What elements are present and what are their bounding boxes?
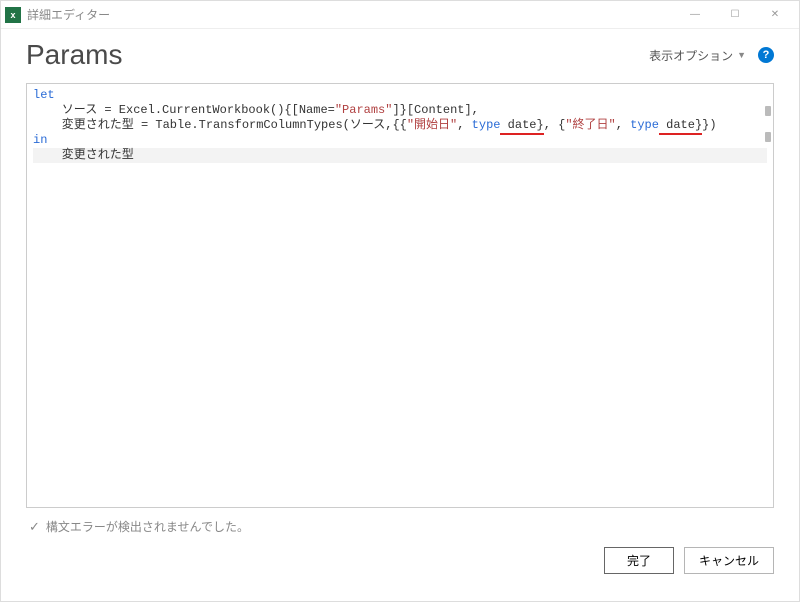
footer: 完了 キャンセル bbox=[1, 541, 799, 574]
code-editor[interactable]: let ソース = Excel.CurrentWorkbook(){[Name=… bbox=[27, 84, 773, 507]
code-line-2: 変更された型 = Table.TransformColumnTypes(ソース,… bbox=[33, 118, 717, 135]
display-options-label: 表示オプション bbox=[649, 47, 733, 64]
code-line-1: ソース = Excel.CurrentWorkbook(){[Name="Par… bbox=[33, 103, 479, 117]
header: Params 表示オプション ▼ ? bbox=[1, 29, 799, 83]
display-options-dropdown[interactable]: 表示オプション ▼ bbox=[649, 47, 746, 64]
maximize-button[interactable]: ☐ bbox=[715, 5, 755, 25]
cancel-button[interactable]: キャンセル bbox=[684, 547, 774, 574]
done-button[interactable]: 完了 bbox=[604, 547, 674, 574]
keyword-in: in bbox=[33, 133, 47, 147]
window-controls: — ☐ ✕ bbox=[675, 5, 795, 25]
keyword-let: let bbox=[33, 88, 55, 102]
check-icon: ✓ bbox=[29, 519, 40, 535]
window-title: 詳細エディター bbox=[27, 6, 675, 23]
code-editor-container: let ソース = Excel.CurrentWorkbook(){[Name=… bbox=[26, 83, 774, 508]
status-message: 構文エラーが検出されませんでした。 bbox=[46, 518, 249, 535]
scrollbar-thumb[interactable] bbox=[765, 106, 771, 116]
scrollbar-thumb[interactable] bbox=[765, 132, 771, 142]
excel-icon: x bbox=[5, 7, 21, 23]
status-bar: ✓ 構文エラーが検出されませんでした。 bbox=[1, 508, 799, 541]
help-icon[interactable]: ? bbox=[758, 47, 774, 63]
minimize-button[interactable]: — bbox=[675, 5, 715, 25]
titlebar: x 詳細エディター — ☐ ✕ bbox=[1, 1, 799, 29]
page-title: Params bbox=[26, 39, 649, 71]
code-line-4: 変更された型 bbox=[33, 148, 767, 163]
close-button[interactable]: ✕ bbox=[755, 5, 795, 25]
chevron-down-icon: ▼ bbox=[737, 50, 746, 60]
